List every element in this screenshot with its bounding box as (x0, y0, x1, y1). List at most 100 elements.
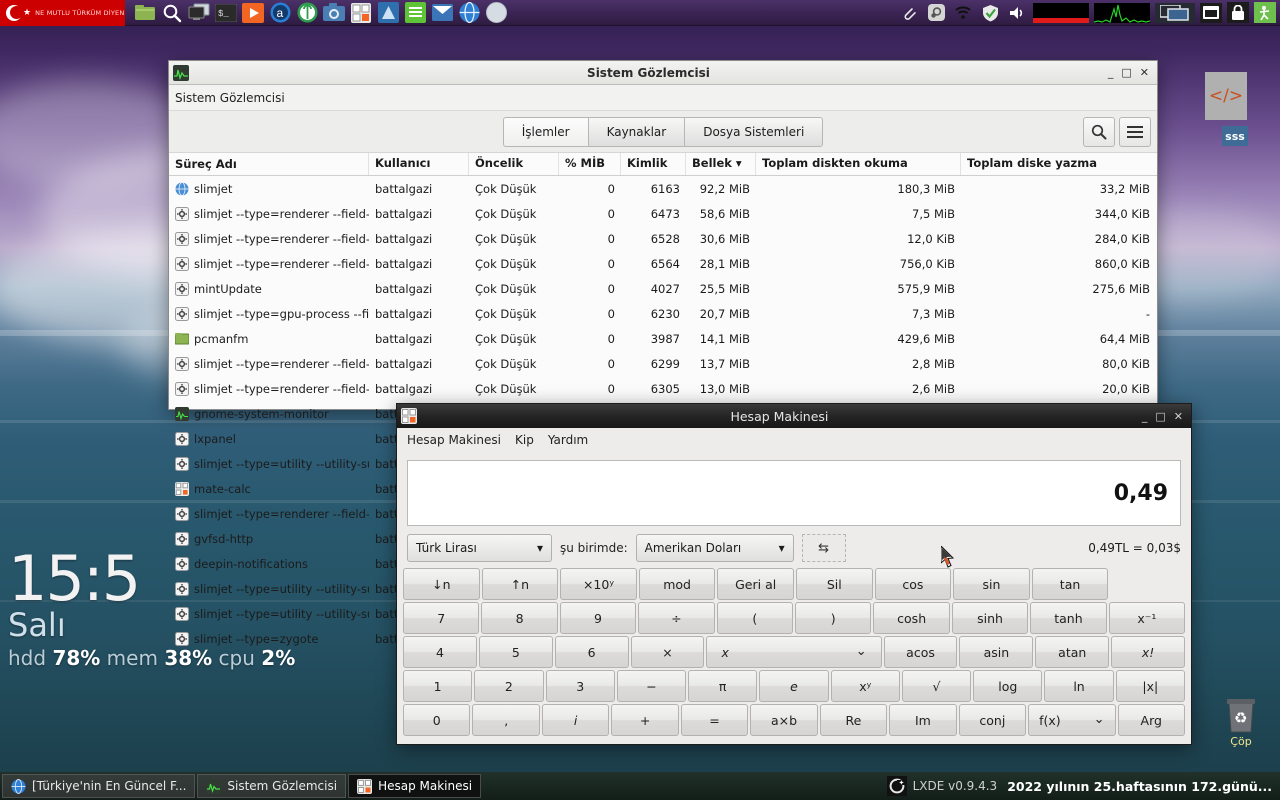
calc-key-key-2-3[interactable]: × (630, 636, 705, 668)
table-row[interactable]: slimjet --type=renderer --field-battalga… (169, 226, 1157, 251)
calc-key-n-0-1[interactable]: ↑n (481, 568, 559, 600)
calc-key-sil-0-5[interactable]: Sil (795, 568, 873, 600)
search-icon[interactable] (1083, 116, 1115, 147)
calc-maximize-button[interactable]: □ (1155, 410, 1165, 423)
calc-key-key-3-4[interactable]: π (688, 670, 758, 702)
column-header-pid[interactable]: Kimlik (621, 153, 686, 175)
calc-key-acos-2-5[interactable]: acos (883, 636, 958, 668)
media-player-icon[interactable] (241, 1, 265, 25)
task-browser[interactable]: [Türkiye'nin En Güncel F... (2, 774, 196, 798)
calc-key-atan-2-7[interactable]: atan (1035, 636, 1110, 668)
calc-key-x-2-4[interactable]: x ⌄ (706, 636, 882, 668)
browser-icon[interactable] (457, 1, 481, 25)
screenshot-icon[interactable] (322, 1, 346, 25)
window-list-icon[interactable] (1155, 2, 1195, 23)
calc-key-re-4-6[interactable]: Re (819, 704, 888, 736)
tab-islemler[interactable]: İşlemler (502, 116, 588, 147)
audacious-icon[interactable]: a (268, 1, 292, 25)
calc-key-key-1-3[interactable]: ÷ (638, 602, 715, 634)
sss-shortcut[interactable]: sss (1206, 126, 1264, 146)
task-calculator[interactable]: Hesap Makinesi (348, 774, 482, 798)
calc-key-arg-4-10[interactable]: Arg (1117, 704, 1185, 736)
calculator-icon[interactable] (349, 1, 373, 25)
logout-icon[interactable] (1254, 2, 1276, 23)
network-monitor-graph[interactable] (1033, 2, 1089, 23)
calc-key-tan-0-8[interactable]: tan (1031, 568, 1109, 600)
sysmon-minimize-button[interactable]: _ (1108, 66, 1114, 79)
calc-key-x-3-6[interactable]: xʸ (830, 670, 900, 702)
start-menu-button[interactable]: ★ NE MUTLU TÜRKÜM DİYENE (0, 0, 125, 26)
calc-key-i-4-2[interactable]: i (541, 704, 610, 736)
column-header-memory[interactable]: Bellek ▾ (686, 153, 756, 175)
calc-key-7-1-0[interactable]: 7 (403, 602, 480, 634)
calc-key-im-4-7[interactable]: Im (889, 704, 957, 736)
search-icon[interactable] (160, 1, 184, 25)
swap-currency-button[interactable]: ⇆ (801, 534, 846, 562)
trash-shortcut[interactable]: ♻ Çöp (1212, 696, 1270, 748)
table-row[interactable]: slimjet --type=gpu-process --fi battalgaz… (169, 301, 1157, 326)
calc-key-1-3-0[interactable]: 1 (403, 670, 473, 702)
shield-ok-icon[interactable] (979, 2, 1001, 24)
calc-close-button[interactable]: ✕ (1174, 410, 1183, 423)
calc-key-key-3-3[interactable]: − (616, 670, 687, 702)
calc-titlebar[interactable]: Hesap Makinesi _ □ ✕ (397, 404, 1191, 428)
calc-key-key-4-1[interactable]: , (472, 704, 540, 736)
table-row[interactable]: pcmanfm battalgazi Çok Düşük 0 3987 14,1 MiB 4… (169, 326, 1157, 351)
steam-icon[interactable] (925, 2, 947, 24)
file-manager-icon[interactable] (133, 1, 157, 25)
calc-key-4-2-0[interactable]: 4 (403, 636, 477, 668)
calc-menu-app[interactable]: Hesap Makinesi (407, 433, 501, 447)
calc-key-cos-0-6[interactable]: cos (874, 568, 952, 600)
calc-key-10-0-2[interactable]: ×10ʸ (560, 568, 637, 600)
calc-key-8-1-1[interactable]: 8 (481, 602, 558, 634)
calc-key-asin-2-6[interactable]: asin (959, 636, 1034, 668)
currency-from-select[interactable]: Türk Lirası ▾ (407, 534, 552, 562)
text-editor-icon[interactable] (403, 1, 427, 25)
table-row[interactable]: slimjet battalgazi Çok Düşük 0 6163 92,2 MiB 1… (169, 176, 1157, 201)
mail-icon[interactable] (430, 1, 454, 25)
calc-key-key-4-3[interactable]: + (611, 704, 679, 736)
calc-key-cosh-1-6[interactable]: cosh (873, 602, 950, 634)
show-desktop-icon[interactable] (1200, 2, 1222, 23)
archive-icon[interactable] (376, 1, 400, 25)
calc-key-x-1-9[interactable]: x⁻¹ (1108, 602, 1186, 634)
volume-icon[interactable] (1006, 2, 1028, 24)
calc-key-2-3-1[interactable]: 2 (474, 670, 544, 702)
task-system-monitor[interactable]: Sistem Gözlemcisi (197, 774, 347, 798)
calc-key-key-3-7[interactable]: √ (901, 670, 972, 702)
clipboard-icon[interactable] (898, 2, 920, 24)
column-header-priority[interactable]: Öncelik (469, 153, 559, 175)
table-row[interactable]: slimjet --type=renderer --field-battalga… (169, 376, 1157, 401)
column-header-write[interactable]: Toplam diske yazma (961, 153, 1156, 175)
calc-key-tanh-1-8[interactable]: tanh (1030, 602, 1107, 634)
table-row[interactable]: slimjet --type=renderer --field-battalga… (169, 351, 1157, 376)
cpu-monitor-graph[interactable] (1094, 2, 1150, 23)
calc-key-3-3-2[interactable]: 3 (545, 670, 615, 702)
display-icon[interactable] (187, 1, 211, 25)
calc-key-f-x-4-9[interactable]: f(x) ⌄ (1028, 704, 1116, 736)
calc-key-log-3-8[interactable]: log (973, 670, 1043, 702)
calc-display[interactable]: 0,49 (407, 460, 1181, 526)
calc-key-sin-0-7[interactable]: sin (953, 568, 1030, 600)
calc-menu-mode[interactable]: Kip (515, 433, 534, 447)
hamburger-menu-icon[interactable] (1119, 116, 1151, 147)
table-row[interactable]: slimjet --type=renderer --field-battalga… (169, 201, 1157, 226)
tab-dosya-sistemleri[interactable]: Dosya Sistemleri (684, 116, 824, 147)
column-header-read[interactable]: Toplam diskten okuma (756, 153, 961, 175)
calc-minimize-button[interactable]: _ (1142, 410, 1148, 423)
lock-icon[interactable] (1227, 2, 1249, 23)
calc-key-e-3-5[interactable]: e (759, 670, 829, 702)
tab-kaynaklar[interactable]: Kaynaklar (587, 116, 685, 147)
terminal-icon[interactable]: $_ (214, 1, 238, 25)
calc-key-geri-al-0-4[interactable]: Geri al (717, 568, 794, 600)
calc-key-sinh-1-7[interactable]: sinh (951, 602, 1029, 634)
calc-key-5-2-1[interactable]: 5 (478, 636, 553, 668)
sysmon-titlebar[interactable]: Sistem Gözlemcisi _ □ ✕ (169, 61, 1157, 85)
calc-key-9-1-2[interactable]: 9 (559, 602, 637, 634)
keepass-icon[interactable] (295, 1, 319, 25)
calc-key-0-4-0[interactable]: 0 (403, 704, 471, 736)
calc-key-key-4-4[interactable]: = (680, 704, 749, 736)
calc-key-n-0-0[interactable]: ↓n (403, 568, 480, 600)
wifi-icon[interactable] (952, 2, 974, 24)
calc-key-mod-0-3[interactable]: mod (638, 568, 716, 600)
